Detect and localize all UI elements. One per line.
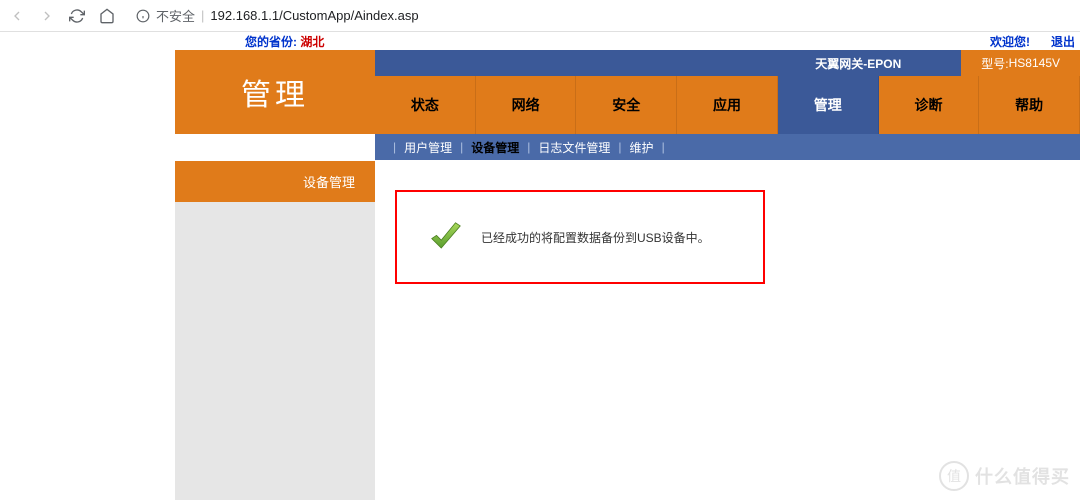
- page-title-block: 管理: [175, 50, 375, 134]
- gateway-name: 天翼网关-EPON: [815, 55, 901, 72]
- content-row: 设备管理 已经成功的将配置数据备份到USB设备中。: [175, 160, 1080, 500]
- welcome-text: 欢迎您!: [990, 33, 1030, 50]
- nav-tab-3[interactable]: 应用: [677, 76, 778, 134]
- sidebar: 设备管理: [175, 160, 375, 500]
- home-button[interactable]: [98, 7, 116, 25]
- info-bar: 天翼网关-EPON 型号: HS8145V: [375, 50, 1080, 76]
- subnav-item-2[interactable]: 日志文件管理: [538, 139, 610, 156]
- watermark: 值 什么值得买: [939, 461, 1070, 491]
- url-text: 192.168.1.1/CustomApp/Aindex.asp: [210, 8, 418, 23]
- success-message-box: 已经成功的将配置数据备份到USB设备中。: [395, 190, 765, 284]
- reload-button[interactable]: [68, 7, 86, 25]
- check-icon: [427, 218, 465, 256]
- nav-tab-4[interactable]: 管理: [778, 76, 879, 134]
- main-content: 已经成功的将配置数据备份到USB设备中。: [375, 160, 1080, 500]
- browser-toolbar: 不安全 | 192.168.1.1/CustomApp/Aindex.asp: [0, 0, 1080, 32]
- watermark-text: 什么值得买: [975, 463, 1070, 489]
- nav-tab-6[interactable]: 帮助: [979, 76, 1080, 134]
- nav-tab-2[interactable]: 安全: [576, 76, 677, 134]
- back-button[interactable]: [8, 7, 26, 25]
- address-bar[interactable]: 不安全 | 192.168.1.1/CustomApp/Aindex.asp: [136, 6, 419, 25]
- security-label: 不安全: [156, 6, 195, 25]
- nav-tab-1[interactable]: 网络: [476, 76, 577, 134]
- page-title: 管理: [241, 70, 309, 114]
- province-label: 您的省份:: [245, 35, 297, 49]
- top-strip: 您的省份: 湖北 欢迎您! 退出: [175, 32, 1080, 50]
- logout-link[interactable]: 退出: [1051, 33, 1075, 50]
- subnav-item-1[interactable]: 设备管理: [471, 139, 519, 156]
- info-icon: [136, 9, 150, 23]
- success-message-text: 已经成功的将配置数据备份到USB设备中。: [481, 229, 710, 246]
- forward-button[interactable]: [38, 7, 56, 25]
- main-nav: 状态网络安全应用管理诊断帮助: [375, 76, 1080, 134]
- nav-tab-5[interactable]: 诊断: [879, 76, 980, 134]
- sub-nav: |用户管理|设备管理|日志文件管理|维护|: [375, 134, 1080, 160]
- watermark-badge: 值: [939, 461, 969, 491]
- province-value: 湖北: [300, 35, 324, 49]
- subnav-item-0[interactable]: 用户管理: [404, 139, 452, 156]
- header: 管理 天翼网关-EPON 型号: HS8145V 状态网络安全应用管理诊断帮助: [175, 50, 1080, 134]
- nav-tab-0[interactable]: 状态: [375, 76, 476, 134]
- model-badge: 型号: HS8145V: [961, 50, 1080, 76]
- sidebar-title[interactable]: 设备管理: [175, 160, 375, 202]
- subnav-item-3[interactable]: 维护: [630, 139, 654, 156]
